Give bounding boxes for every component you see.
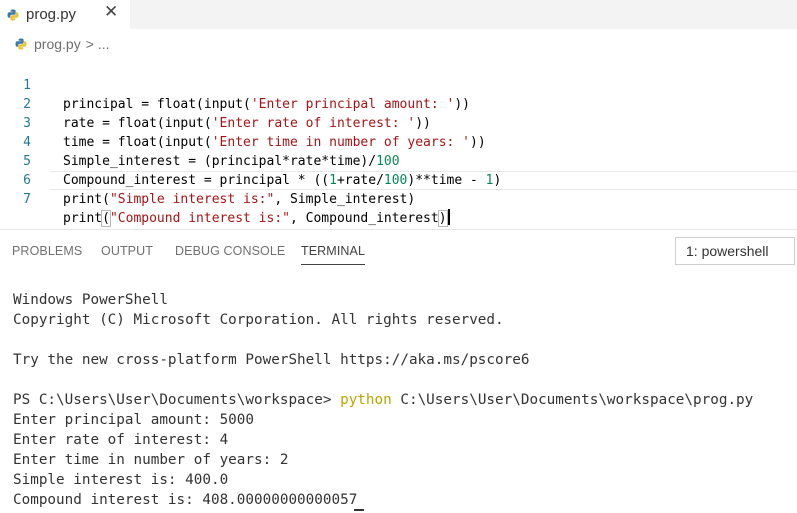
terminal-line: Try the new cross-platform PowerShell ht… (13, 352, 530, 368)
breadcrumb-symbols[interactable]: ... (98, 36, 110, 52)
line-number: 7 (23, 192, 31, 207)
code-line: 1 principal = float(input('Enter princip… (0, 57, 797, 112)
code-text: print("Compound interest is:", Compound_… (63, 209, 450, 228)
terminal-cursor (354, 509, 364, 511)
tab-problems[interactable]: PROBLEMS (12, 236, 82, 266)
terminal-line: Enter time in number of years: 2 (13, 452, 289, 468)
terminal-line: Enter principal amount: 5000 (13, 412, 255, 428)
tab-debug-console[interactable]: DEBUG CONSOLE (175, 236, 285, 266)
tab-title: prog.py (26, 6, 77, 23)
terminal-line: Compound interest is: 408.00000000000057 (13, 492, 358, 508)
close-icon[interactable]: ✕ (104, 2, 118, 22)
panel-divider (0, 229, 797, 230)
chevron-right-icon: > (85, 36, 94, 52)
python-icon (15, 38, 27, 50)
terminal-select[interactable]: 1: powershell (675, 237, 795, 265)
code-line: 5 Compound_interest = principal * ((1+ra… (0, 133, 797, 188)
code-text: print("Simple interest is:", Simple_inte… (63, 190, 415, 209)
terminal-line: Simple interest is: 400.0 (13, 472, 229, 488)
terminal-line: Copyright (C) Microsoft Corporation. All… (13, 312, 504, 328)
editor-tab-bar: prog.py ✕ (0, 0, 797, 29)
python-icon (7, 9, 19, 20)
text-cursor (447, 209, 450, 225)
terminal-output[interactable]: Windows PowerShell Copyright (C) Microso… (13, 290, 753, 511)
tab-terminal[interactable]: TERMINAL (301, 236, 366, 266)
terminal-command-line: PS C:\Users\User\Documents\workspace> py… (13, 390, 753, 410)
code-line: 2 rate = float(input('Enter rate of inte… (0, 76, 797, 131)
terminal-command-args: C:\Users\User\Documents\workspace\prog.p… (391, 392, 754, 408)
breadcrumb: prog.py > ... (0, 34, 110, 54)
terminal-command: python (340, 392, 392, 408)
code-line-current: 7 print("Compound interest is:", Compoun… (0, 171, 797, 227)
tab-output[interactable]: OUTPUT (101, 236, 153, 266)
code-editor[interactable]: 1 principal = float(input('Enter princip… (0, 57, 797, 227)
breadcrumb-file[interactable]: prog.py (34, 36, 81, 52)
terminal-prompt: PS C:\Users\User\Documents\workspace> (13, 392, 341, 408)
tab-prog-py[interactable]: prog.py ✕ (0, 0, 130, 29)
code-line: 4 Simple_interest = (principal*rate*time… (0, 114, 797, 169)
code-line: 6 print("Simple interest is:", Simple_in… (0, 152, 797, 207)
code-token: print("Compound interest is:", Compound_… (63, 210, 448, 227)
code-line: 3 time = float(input('Enter time in numb… (0, 95, 797, 150)
code-token: print("Simple interest is:", Simple_inte… (63, 192, 416, 207)
terminal-line: Windows PowerShell (13, 292, 168, 308)
terminal-line: Enter rate of interest: 4 (13, 432, 229, 448)
